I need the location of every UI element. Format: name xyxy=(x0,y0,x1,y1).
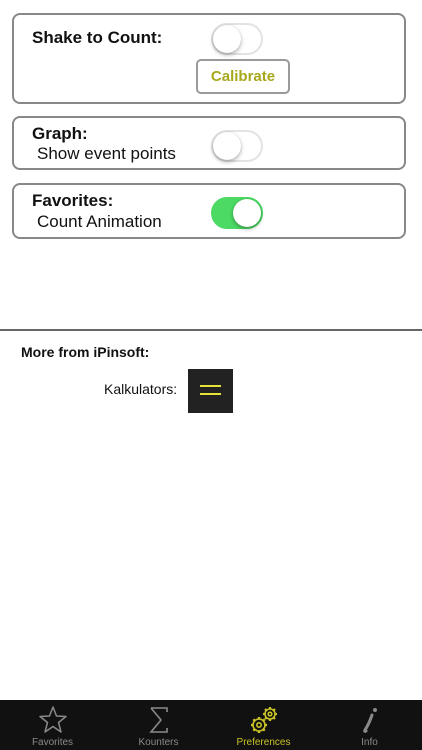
graph-subtitle: Show event points xyxy=(37,144,176,163)
tab-preferences-label: Preferences xyxy=(236,737,291,748)
shake-to-count-card: Shake to Count: Calibrate xyxy=(12,13,406,104)
shake-to-count-toggle[interactable] xyxy=(211,23,263,55)
count-animation-toggle[interactable] xyxy=(211,197,263,229)
toggle-knob xyxy=(233,199,261,227)
tab-preferences[interactable]: Preferences xyxy=(211,700,316,750)
info-icon xyxy=(362,708,377,733)
tab-favorites-label: Favorites xyxy=(31,737,74,748)
gears-icon xyxy=(250,707,277,733)
shake-to-count-title: Shake to Count: xyxy=(32,28,163,47)
star-icon xyxy=(38,706,67,733)
preferences-screen: Shake to Count: Calibrate Graph: Show ev… xyxy=(0,0,422,750)
tab-info[interactable]: Info xyxy=(317,700,422,750)
show-event-points-toggle[interactable] xyxy=(211,130,263,162)
tab-kounters[interactable]: Kounters xyxy=(106,700,211,750)
more-from-title: More from iPinsoft: xyxy=(21,344,150,360)
toggle-knob xyxy=(213,132,241,160)
graph-card: Graph: Show event points xyxy=(12,116,406,170)
section-divider xyxy=(0,329,422,331)
tab-favorites[interactable]: Favorites xyxy=(0,700,105,750)
calibrate-button[interactable]: Calibrate xyxy=(196,59,290,94)
favorites-card: Favorites: Count Animation xyxy=(12,183,406,239)
tab-bar: Favorites Kounters Preferences Info xyxy=(0,700,422,750)
graph-title: Graph: xyxy=(32,124,88,143)
favorites-subtitle: Count Animation xyxy=(37,212,162,231)
favorites-title: Favorites: xyxy=(32,191,114,210)
kalkulators-app-button[interactable] xyxy=(188,369,233,413)
toggle-knob xyxy=(213,25,241,53)
kalkulators-label: Kalkulators: xyxy=(104,381,178,397)
sigma-icon xyxy=(148,707,168,733)
tab-info-label: Info xyxy=(361,737,378,748)
tab-kounters-label: Kounters xyxy=(138,737,179,748)
